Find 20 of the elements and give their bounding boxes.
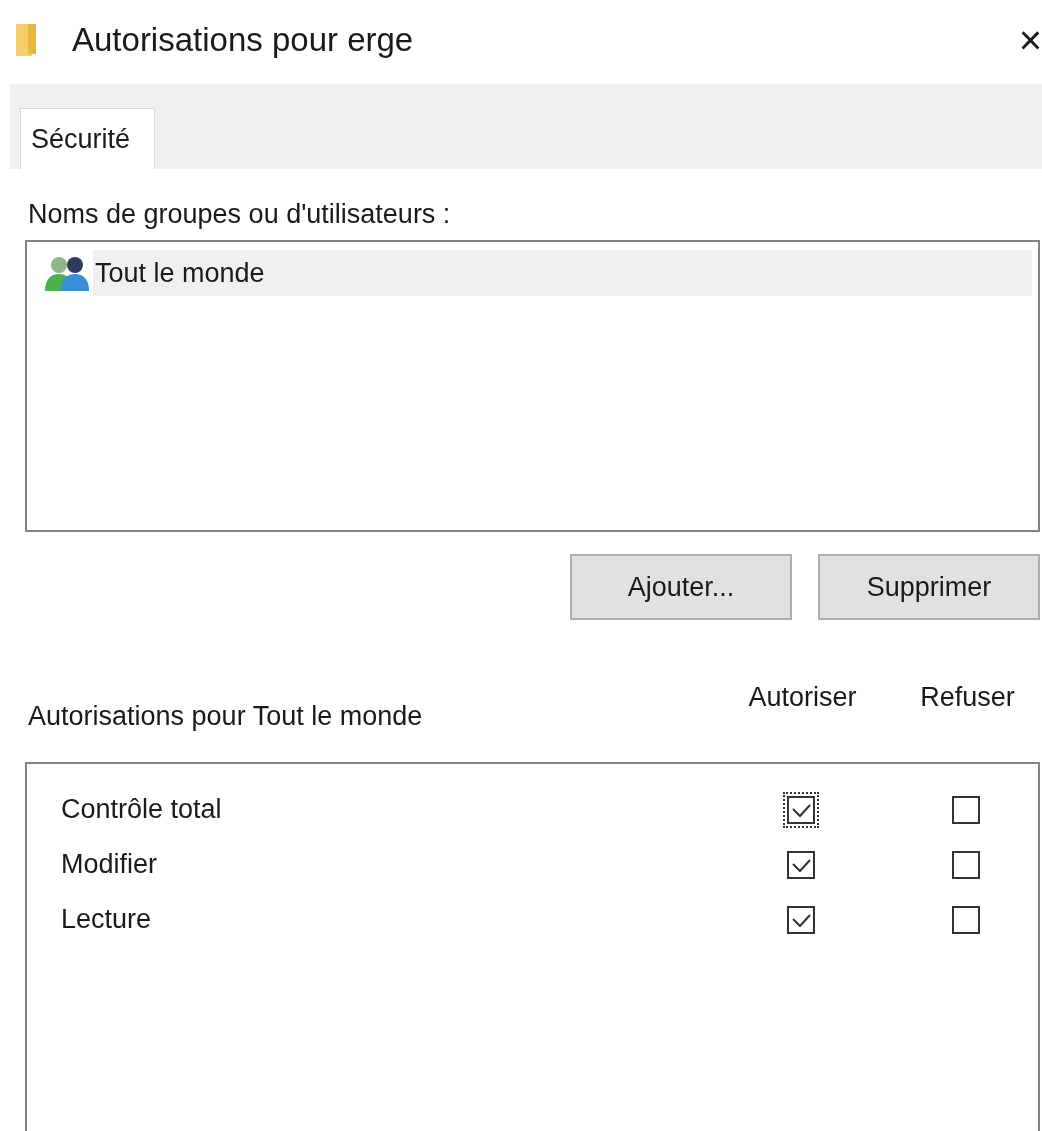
checkbox[interactable] — [951, 850, 980, 879]
permission-name: Modifier — [61, 849, 159, 880]
window-title: Autorisations pour erge — [72, 21, 415, 59]
tab[interactable]: Sécurité — [20, 108, 156, 169]
list-label: Noms de groupes ou d'utilisateurs : — [28, 199, 452, 230]
checkbox[interactable] — [951, 905, 980, 934]
user-list[interactable]: Tout le monde — [25, 240, 1040, 532]
checkbox[interactable] — [786, 850, 815, 879]
checkbox[interactable] — [786, 905, 815, 934]
permission-name: Lecture — [61, 904, 153, 935]
checkbox[interactable] — [951, 795, 980, 824]
close-button[interactable]: × — [1018, 17, 1042, 63]
column-header: Autoriser — [747, 682, 858, 713]
dialog-button[interactable]: Ajouter... — [570, 554, 792, 620]
permission-name: Contrôle total — [61, 794, 223, 825]
column-header: Refuser — [919, 682, 1016, 713]
folder-icon — [14, 22, 38, 58]
list-item[interactable]: Tout le monde — [93, 250, 1032, 296]
dialog-button[interactable]: Supprimer — [818, 554, 1040, 620]
permissions-label: Autorisations pour Tout le monde — [28, 701, 424, 732]
